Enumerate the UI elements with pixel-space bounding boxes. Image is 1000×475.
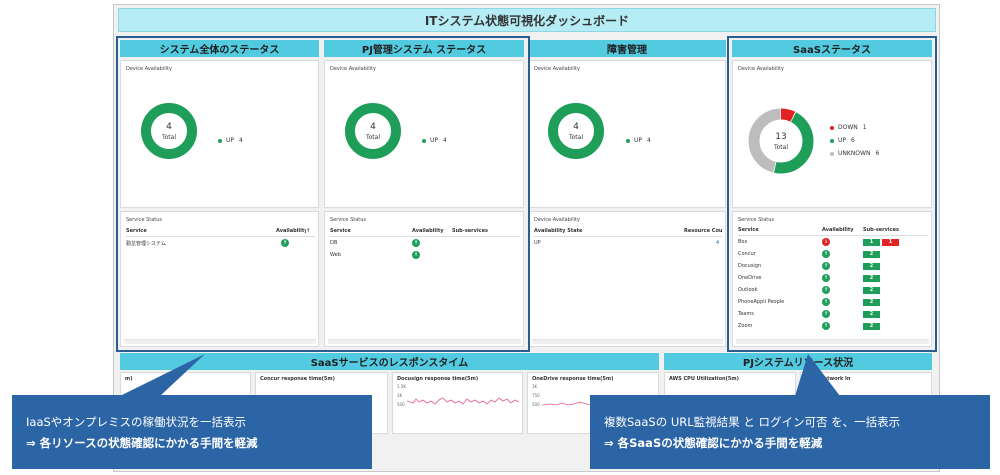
- callout-right-line1: 複数SaaSの URL監視結果 と ログイン可否 を、一括表示: [604, 414, 901, 429]
- callout-right: 複数SaaSの URL監視結果 と ログイン可否 を、一括表示 ⇒ 各SaaSの…: [590, 395, 990, 469]
- callout-pointer-right: [795, 354, 840, 396]
- callout-left: IaaSやオンプレミスの稼働状況を一括表示 ⇒ 各リソースの状態確認にかかる手間…: [12, 395, 372, 469]
- callout-right-line2: ⇒ 各SaaSの状態確認にかかる手間を軽減: [604, 435, 823, 450]
- callout-pointer-left: [120, 354, 205, 396]
- callout-left-line1: IaaSやオンプレミスの稼働状況を一括表示: [26, 414, 246, 429]
- dashboard-root: ITシステム状態可視化ダッシュボード システム全体のステータス PJ管理システム…: [0, 0, 1000, 475]
- callout-left-line2: ⇒ 各リソースの状態確認にかかる手間を軽減: [26, 435, 258, 450]
